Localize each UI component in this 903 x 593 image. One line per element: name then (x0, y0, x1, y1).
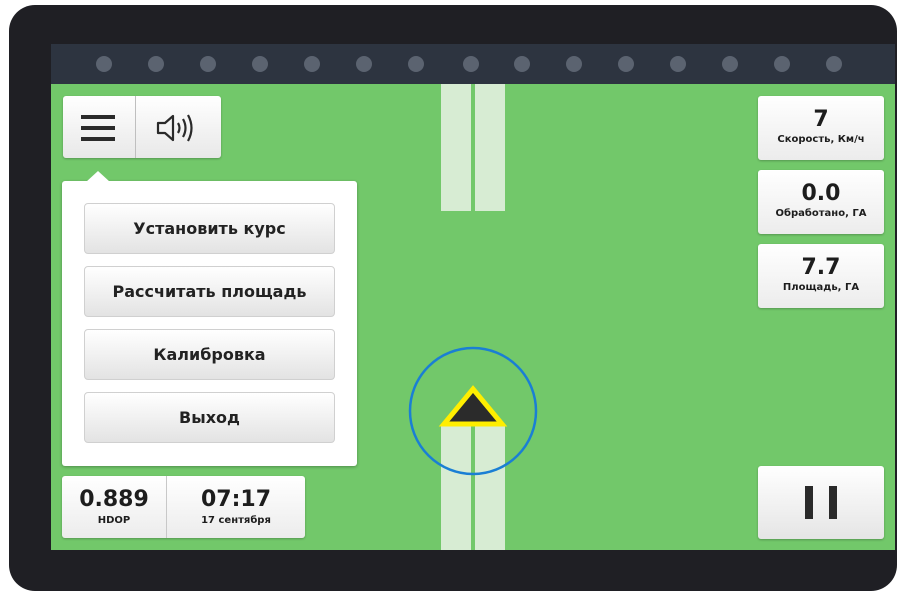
sound-button[interactable] (136, 96, 221, 158)
indicator-dot (774, 56, 790, 72)
processed-label: Обработано, ГА (775, 208, 867, 219)
menu-button[interactable] (63, 96, 135, 158)
speaker-icon (156, 114, 193, 142)
hdop-block: 0.889 HDOP (62, 476, 166, 527)
clock-block: 07:17 17 сентября (167, 476, 305, 527)
speed-value: 7 (813, 107, 829, 132)
pause-icon (805, 486, 837, 519)
track-divider-top (471, 84, 475, 211)
indicator-dot (408, 56, 424, 72)
indicator-dot (566, 56, 582, 72)
time-value: 07:17 (200, 487, 272, 512)
calibration-button[interactable]: Калибровка (84, 329, 335, 380)
processed-card: 0.0 Обработано, ГА (758, 170, 884, 234)
indicator-dot (670, 56, 686, 72)
area-value: 7.7 (801, 255, 841, 280)
area-label: Площадь, ГА (782, 282, 860, 293)
indicator-dot (463, 56, 479, 72)
hamburger-icon (81, 115, 115, 141)
hdop-value: 0.889 (79, 487, 149, 512)
pause-button[interactable] (758, 466, 884, 539)
indicator-dot (356, 56, 372, 72)
set-course-button[interactable]: Установить курс (84, 203, 335, 254)
indicator-dot (200, 56, 216, 72)
date-value: 17 сентября (201, 515, 271, 526)
top-indicator-bar (51, 44, 895, 84)
indicator-dot (304, 56, 320, 72)
gps-status-panel: 0.889 HDOP 07:17 17 сентября (62, 476, 305, 538)
vehicle-triangle-icon (438, 385, 508, 427)
menu-pointer (86, 171, 110, 182)
vehicle-marker (408, 346, 538, 476)
exit-button[interactable]: Выход (84, 392, 335, 443)
area-card: 7.7 Площадь, ГА (758, 244, 884, 308)
main-menu: Установить курс Рассчитать площадь Калиб… (62, 171, 357, 466)
processed-value: 0.0 (801, 181, 841, 206)
calculate-area-button[interactable]: Рассчитать площадь (84, 266, 335, 317)
top-toolbar (63, 96, 221, 158)
indicator-dot (826, 56, 842, 72)
indicator-dot (618, 56, 634, 72)
hdop-label: HDOP (97, 515, 131, 526)
indicator-dot (252, 56, 268, 72)
speed-label: Скорость, Км/ч (777, 134, 865, 145)
indicator-dot (514, 56, 530, 72)
device-frame: Установить курс Рассчитать площадь Калиб… (9, 5, 897, 591)
indicator-dot (722, 56, 738, 72)
indicator-dot (148, 56, 164, 72)
navigation-screen: Установить курс Рассчитать площадь Калиб… (51, 44, 895, 550)
indicator-dot (96, 56, 112, 72)
speed-card: 7 Скорость, Км/ч (758, 96, 884, 160)
